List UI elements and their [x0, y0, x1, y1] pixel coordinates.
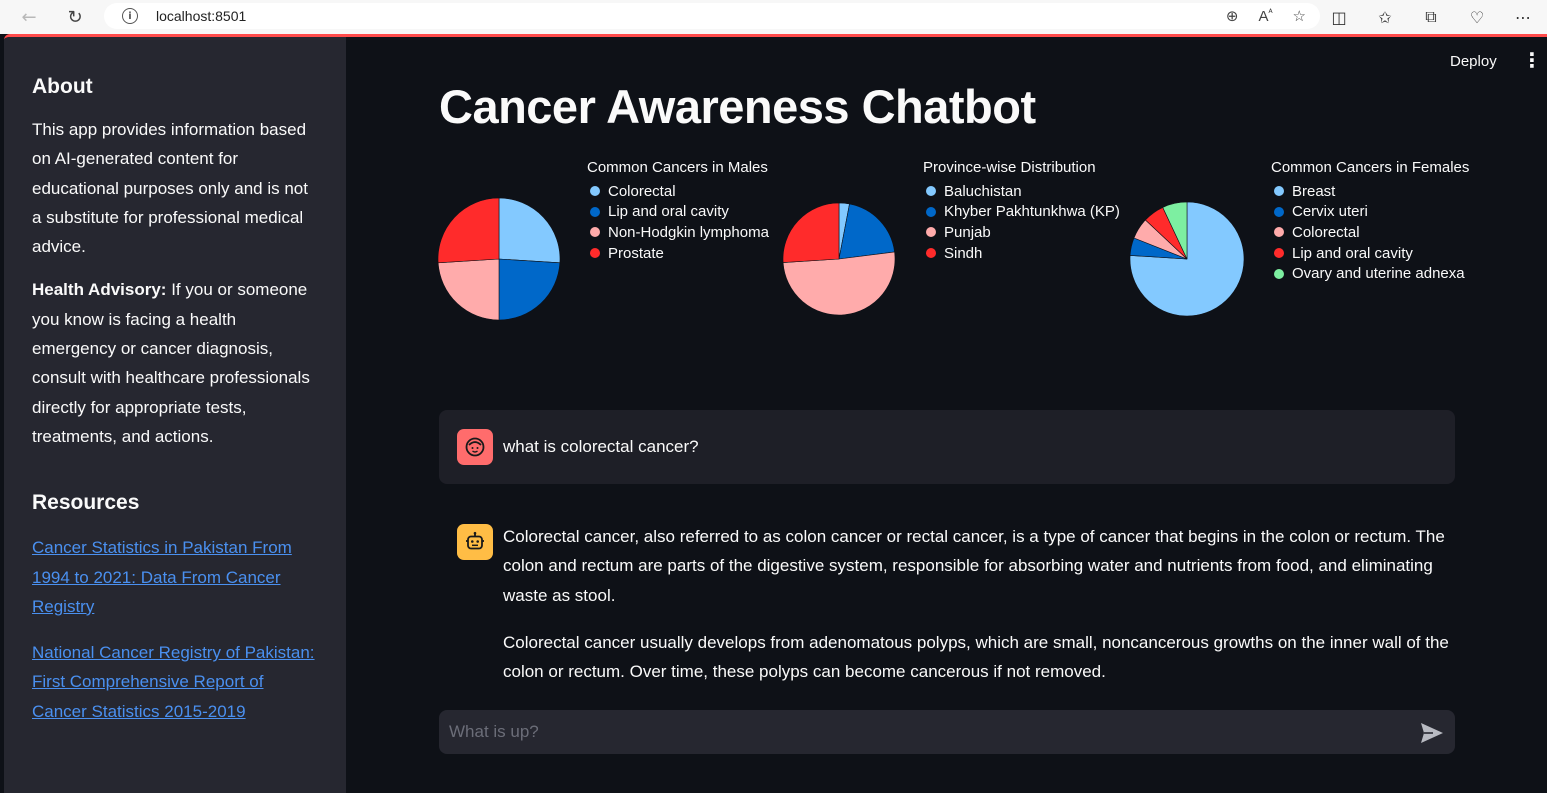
legend-item[interactable]: Prostate: [587, 243, 769, 264]
legend-title: Common Cancers in Females: [1271, 159, 1470, 176]
assistant-paragraph-2: Colorectal cancer usually develops from …: [503, 632, 1449, 682]
site-info-icon[interactable]: i: [122, 8, 138, 24]
user-chat-message: what is colorectal cancer?: [439, 410, 1455, 484]
legend-title: Province-wise Distribution: [923, 159, 1096, 176]
legend-label: Baluchistan: [944, 182, 1022, 200]
main-menu-icon[interactable]: ⋮: [1522, 51, 1542, 71]
legend-swatch: [926, 227, 936, 238]
pie-females-svg: [1129, 201, 1245, 317]
browser-essentials-icon[interactable]: ♡: [1461, 8, 1493, 27]
legend-label: Ovary and uterine adnexa: [1292, 265, 1465, 283]
sidebar: About This app provides information base…: [4, 37, 346, 793]
pie-slice-prostate[interactable]: [437, 197, 500, 264]
legend-item[interactable]: Lip and oral cavity: [587, 202, 769, 223]
deploy-button[interactable]: Deploy: [1450, 53, 1497, 70]
resource-link-statistics[interactable]: Cancer Statistics in Pakistan From 1994 …: [32, 533, 318, 621]
assistant-message-text: Colorectal cancer, also referred to as c…: [503, 522, 1458, 704]
address-bar[interactable]: i localhost:8501 ⊕ Aᴬ ☆: [104, 3, 1320, 29]
legend-item[interactable]: Lip and oral cavity: [1271, 243, 1469, 264]
legend-item[interactable]: Khyber Pakhtunkhwa (KP): [923, 202, 1120, 223]
health-advisory: Health Advisory: If you or someone you k…: [32, 275, 318, 451]
split-screen-icon[interactable]: ◫: [1323, 8, 1355, 27]
read-aloud-icon[interactable]: Aᴬ: [1258, 7, 1272, 25]
legend-provinces: Province-wise Distribution Baluchistan Khy…: [923, 159, 1120, 263]
send-icon[interactable]: [1420, 722, 1444, 744]
browser-menu-icon[interactable]: ⋯: [1507, 8, 1539, 27]
pie-slice-colorectal[interactable]: [498, 197, 561, 264]
legend-swatch: [590, 248, 600, 259]
legend-item[interactable]: Non-Hodgkin lymphoma: [587, 222, 769, 243]
legend-item[interactable]: Breast: [1271, 181, 1469, 202]
legend-label: Prostate: [608, 244, 664, 262]
legend-swatch: [1274, 227, 1284, 238]
legend-swatch: [590, 186, 600, 197]
pie-males-svg: [437, 197, 561, 321]
favorite-star-icon[interactable]: ☆: [1293, 7, 1306, 25]
legend-title: Common Cancers in Males: [587, 159, 768, 176]
legend-label: Sindh: [944, 244, 983, 262]
legend-swatch: [590, 206, 600, 217]
legend-label: Lip and oral cavity: [1292, 244, 1413, 262]
pie-provinces-svg: [782, 202, 896, 316]
chat-input[interactable]: [439, 710, 1455, 754]
resource-link-registry[interactable]: National Cancer Registry of Pakistan: Fi…: [32, 638, 318, 726]
assistant-paragraph-1: Colorectal cancer, also referred to as c…: [503, 527, 1445, 605]
url-text: localhost:8501: [156, 8, 247, 24]
legend-item[interactable]: Baluchistan: [923, 181, 1120, 202]
legend-swatch: [1274, 248, 1284, 259]
legend-label: Cervix uteri: [1292, 203, 1368, 221]
about-text: This app provides information based on A…: [32, 120, 308, 257]
collections-icon[interactable]: ⧉: [1415, 7, 1447, 27]
pie-slice-lip-and-oral-cavity[interactable]: [498, 258, 561, 321]
legend-label: Non-Hodgkin lymphoma: [608, 223, 769, 241]
legend-item[interactable]: Colorectal: [1271, 222, 1469, 243]
legend-label: Colorectal: [608, 182, 676, 200]
favorites-list-icon[interactable]: ✩: [1369, 8, 1401, 27]
page-title: Cancer Awareness Chatbot: [439, 80, 1036, 133]
advisory-label: Health Advisory:: [32, 280, 167, 300]
legend-label: Lip and oral cavity: [608, 203, 729, 221]
legend-swatch: [1274, 268, 1284, 279]
user-avatar-icon: [457, 429, 493, 465]
legend-males: Common Cancers in Males Colorectal Lip and…: [587, 159, 769, 263]
legend-label: Colorectal: [1292, 223, 1360, 241]
legend-swatch: [1274, 206, 1284, 217]
zoom-icon[interactable]: ⊕: [1226, 7, 1239, 25]
pie-slice-non-hodgkin-lymphoma[interactable]: [437, 258, 500, 321]
legend-item[interactable]: Cervix uteri: [1271, 202, 1469, 223]
legend-swatch: [926, 206, 936, 217]
browser-toolbar: ← ↻ i localhost:8501 ⊕ Aᴬ ☆ ◫ ✩ ⧉ ♡ ⋯: [0, 0, 1547, 34]
streamlit-app: About This app provides information base…: [4, 34, 1547, 793]
pie-chart-females: Common Cancers in Females Breast Cervix ut…: [1129, 159, 1489, 329]
advisory-text: If you or someone you know is facing a h…: [32, 280, 310, 446]
resources-heading: Resources: [32, 491, 140, 515]
pie-chart-males: Common Cancers in Males Colorectal Lip and…: [437, 159, 777, 329]
legend-females: Common Cancers in Females Breast Cervix ut…: [1271, 159, 1469, 284]
legend-swatch: [926, 248, 936, 259]
legend-item[interactable]: Punjab: [923, 222, 1120, 243]
legend-item[interactable]: Colorectal: [587, 181, 769, 202]
legend-label: Khyber Pakhtunkhwa (KP): [944, 203, 1120, 221]
legend-item[interactable]: Sindh: [923, 243, 1120, 264]
legend-label: Punjab: [944, 223, 991, 241]
bot-avatar-icon: [457, 524, 493, 560]
legend-swatch: [590, 227, 600, 238]
about-heading: About: [32, 75, 93, 98]
back-arrow-icon[interactable]: ←: [14, 2, 44, 32]
pie-slice-sindh[interactable]: [782, 202, 840, 263]
legend-swatch: [926, 186, 936, 197]
legend-label: Breast: [1292, 182, 1336, 200]
user-message-text: what is colorectal cancer?: [503, 437, 699, 456]
legend-item[interactable]: Ovary and uterine adnexa: [1271, 263, 1469, 284]
refresh-icon[interactable]: ↻: [60, 2, 90, 32]
pie-chart-provinces: Province-wise Distribution Baluchistan Khy…: [782, 159, 1122, 329]
assistant-chat-message: Colorectal cancer, also referred to as c…: [439, 512, 1455, 702]
legend-swatch: [1274, 186, 1284, 197]
main-content: Deploy ⋮ Cancer Awareness Chatbot Common…: [346, 37, 1547, 793]
